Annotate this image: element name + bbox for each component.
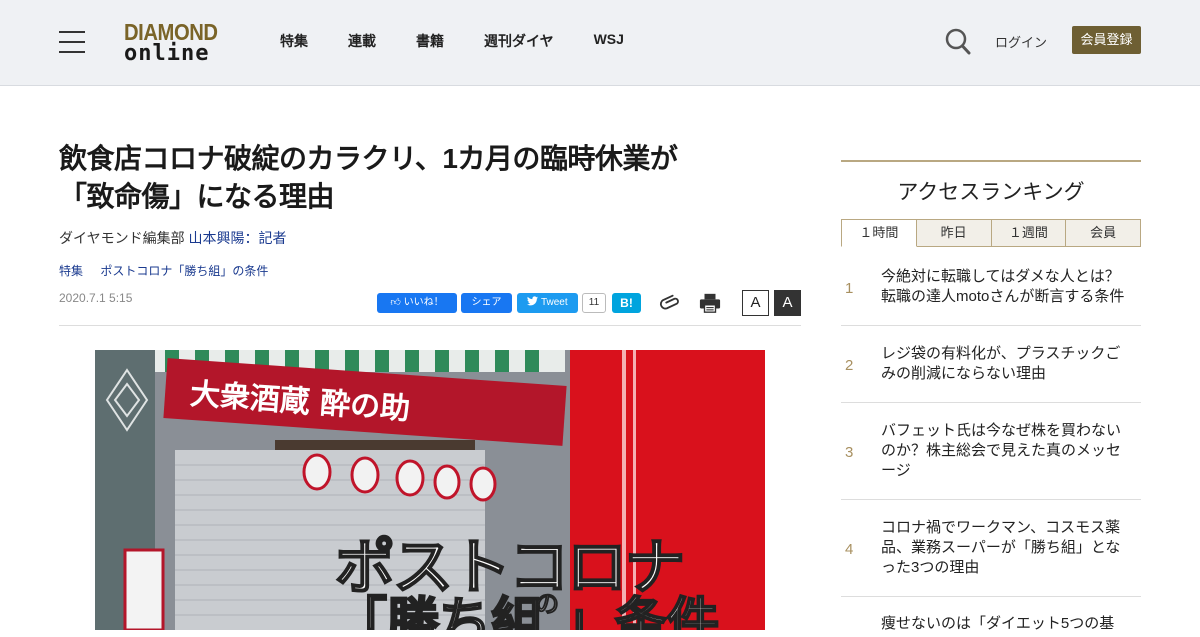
- clip-icon[interactable]: [659, 292, 681, 314]
- hero-headline-line1: ポストコロナ: [335, 534, 683, 601]
- rank-text: バフェット氏は今なぜ株を買わない のか？株主総会で見えた真のメッセ ージ: [881, 421, 1143, 481]
- login-link[interactable]: ログイン: [995, 32, 1047, 51]
- rank-text-line: ージ: [881, 462, 911, 479]
- hatena-bookmark-button[interactable]: B!: [612, 293, 641, 313]
- rank-text-line: バフェット氏は今なぜ株を買わない: [881, 422, 1122, 439]
- site-logo[interactable]: DIAMOND online: [124, 20, 228, 66]
- rank-text-line: 品、業務スーパーが「勝ち組」とな: [881, 539, 1121, 556]
- rank-text-line: った3つの理由: [881, 559, 980, 576]
- rank-number: 2: [845, 357, 854, 374]
- tab-yesterday[interactable]: 昨日: [916, 219, 992, 247]
- rank-text: レジ袋の有料化が、プラスチックご みの削減にならない理由: [881, 344, 1143, 384]
- ranking-item-3[interactable]: 3 バフェット氏は今なぜ株を買わない のか？株主総会で見えた真のメッセ ージ: [841, 403, 1141, 500]
- rank-text: 今絶対に転職してはダメな人とは？ 転職の達人motoさんが断言する条件: [881, 267, 1143, 307]
- ranking-top-border: [841, 160, 1141, 162]
- rank-text: 痩せないのは「ダイエット5つの基: [881, 614, 1143, 634]
- rank-text-line: 今絶対に転職してはダメな人とは？: [881, 268, 1120, 285]
- byline: ダイヤモンド編集部 山本興陽：記者: [59, 228, 286, 248]
- hero-image: 大衆酒蔵 酔の助 ポストコロナ 「勝ち組 の 」条件: [95, 350, 765, 630]
- rank-number: 3: [845, 444, 854, 461]
- nav-wsj[interactable]: WSJ: [594, 31, 624, 51]
- publish-date: 2020.7.1 5:15: [59, 291, 133, 305]
- hero-headline-line2a: 「勝ち組: [335, 594, 543, 630]
- rank-text-line: 痩せないのは「ダイエット5つの基: [881, 615, 1115, 632]
- ranking-title: アクセスランキング: [897, 181, 1085, 204]
- print-icon[interactable]: [699, 292, 721, 314]
- register-button[interactable]: 会員登録: [1072, 26, 1141, 54]
- rank-text: コロナ禍でワークマン、コスモス薬 品、業務スーパーが「勝ち組」とな った3つの理…: [881, 518, 1143, 578]
- rank-text-line: コロナ禍でワークマン、コスモス薬: [881, 519, 1121, 536]
- rank-text-line: のか？株主総会で見えた真のメッセ: [881, 442, 1122, 459]
- tweet-button[interactable]: Tweet: [517, 293, 578, 313]
- twitter-bird-icon: [527, 296, 539, 306]
- hero-headline-line2b: の: [535, 591, 559, 618]
- main-nav: 特集 連載 書籍 週刊ダイヤ WSJ: [280, 31, 664, 51]
- logo-line2: online: [124, 41, 210, 66]
- article-tags: 特集 ポストコロナ「勝ち組」の条件: [59, 262, 282, 279]
- rank-number: 1: [845, 280, 854, 297]
- tab-1week[interactable]: １週間: [991, 219, 1067, 247]
- menu-icon[interactable]: [59, 31, 85, 53]
- tag-series[interactable]: ポストコロナ「勝ち組」の条件: [100, 264, 268, 278]
- hero-illustration: 大衆酒蔵 酔の助 ポストコロナ 「勝ち組 の 」条件: [95, 350, 765, 630]
- article-title: 飲食店コロナ破綻のカラクリ、1カ月の臨時休業が 「致命傷」になる理由: [59, 140, 789, 216]
- ranking-item-4[interactable]: 4 コロナ禍でワークマン、コスモス薬 品、業務スーパーが「勝ち組」とな った3つ…: [841, 500, 1141, 597]
- tag-tokushu[interactable]: 特集: [59, 264, 83, 278]
- ranking-tabs: １時間 昨日 １週間 会員: [841, 219, 1141, 247]
- site-header: DIAMOND online 特集 連載 書籍 週刊ダイヤ WSJ ログイン 会…: [0, 0, 1200, 86]
- article-divider: [59, 325, 801, 326]
- rank-text-line: 転職の達人motoさんが断言する条件: [881, 288, 1125, 305]
- facebook-like-button[interactable]: 👍︎ いいね！: [377, 293, 457, 313]
- ranking-item-5[interactable]: 痩せないのは「ダイエット5つの基: [841, 597, 1141, 637]
- article-title-line1: 飲食店コロナ破綻のカラクリ、1カ月の臨時休業が: [59, 143, 678, 174]
- rank-text-line: みの削減にならない理由: [881, 365, 1047, 382]
- tab-members[interactable]: 会員: [1066, 219, 1141, 247]
- tweet-label: Tweet: [540, 297, 568, 308]
- facebook-share-button[interactable]: シェア: [461, 293, 512, 313]
- nav-weekly-diamond[interactable]: 週刊ダイヤ: [484, 31, 554, 51]
- tab-1hour[interactable]: １時間: [841, 219, 917, 247]
- ranking-item-1[interactable]: 1 今絶対に転職してはダメな人とは？ 転職の達人motoさんが断言する条件: [841, 256, 1141, 326]
- byline-author-link[interactable]: 山本興陽：記者: [188, 230, 286, 246]
- font-size-large-button[interactable]: A: [774, 290, 801, 316]
- fb-like-label: いいね！: [403, 297, 444, 308]
- article-title-line2: 「致命傷」になる理由: [59, 181, 335, 212]
- thumbs-up-icon: 👍︎: [390, 297, 401, 308]
- nav-rensai[interactable]: 連載: [348, 31, 376, 51]
- search-icon[interactable]: [945, 28, 971, 56]
- byline-dept: ダイヤモンド編集部: [59, 230, 185, 246]
- ranking-item-2[interactable]: 2 レジ袋の有料化が、プラスチックご みの削減にならない理由: [841, 326, 1141, 403]
- tweet-count: 11: [582, 293, 606, 313]
- font-size-small-button[interactable]: A: [742, 290, 769, 316]
- hero-headline-line2c: 」条件: [563, 594, 719, 630]
- nav-tokushu[interactable]: 特集: [280, 31, 308, 51]
- rank-number: 4: [845, 541, 854, 558]
- rank-text-line: レジ袋の有料化が、プラスチックご: [881, 345, 1121, 362]
- nav-shoseki[interactable]: 書籍: [416, 31, 444, 51]
- logo-line1: DIAMOND: [124, 19, 218, 45]
